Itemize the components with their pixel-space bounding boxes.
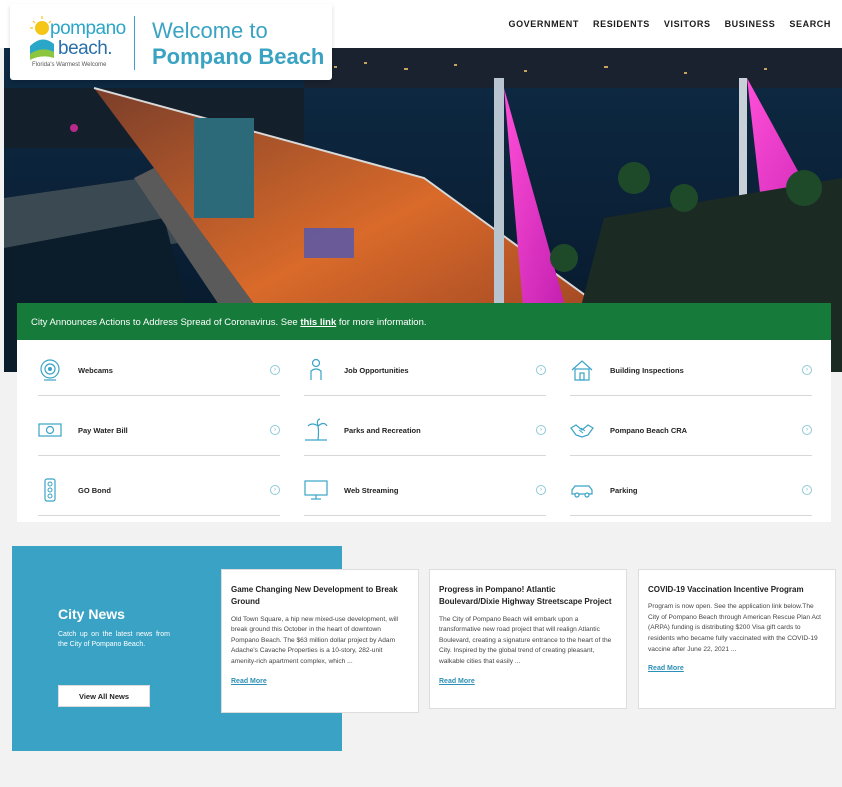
quick-link-label: GO Bond xyxy=(78,486,111,495)
logo-home-link[interactable]: pompano beach. Florida's Warmest Welcome… xyxy=(10,4,332,80)
chevron-right-icon: › xyxy=(536,485,546,495)
quick-link-go-bond[interactable]: GO Bond › xyxy=(38,460,280,516)
city-news-description: Catch up on the latest news from the Cit… xyxy=(58,631,170,649)
chevron-right-icon: › xyxy=(802,485,812,495)
logo-word-pompano: pompano xyxy=(50,18,126,39)
coronavirus-alert-banner: City Announces Actions to Address Spread… xyxy=(17,303,831,340)
quick-link-parks-and-recreation[interactable]: Parks and Recreation › xyxy=(304,400,546,456)
quick-link-pompano-beach-cra[interactable]: Pompano Beach CRA › xyxy=(570,400,812,456)
news-card-title[interactable]: COVID-19 Vaccination Incentive Program xyxy=(648,584,826,596)
news-card-body: Old Town Square, a hip new mixed-use dev… xyxy=(231,615,399,665)
read-more-link[interactable]: Read More xyxy=(439,678,617,685)
news-card-body: Program is now open. See the application… xyxy=(648,603,821,653)
chevron-right-icon: › xyxy=(536,425,546,435)
quick-link-pay-water-bill[interactable]: Pay Water Bill › xyxy=(38,400,280,456)
news-card-title[interactable]: Progress in Pompano! Atlantic Boulevard/… xyxy=(439,584,617,609)
logo-divider xyxy=(134,16,135,70)
nav-visitors[interactable]: VISITORS xyxy=(664,19,711,29)
city-news-title: City News xyxy=(58,606,125,622)
news-card: Game Changing New Development to Break G… xyxy=(221,569,419,713)
read-more-link[interactable]: Read More xyxy=(231,678,409,685)
money-icon xyxy=(38,423,62,437)
quick-link-label: Building Inspections xyxy=(610,366,684,375)
alert-text: City Announces Actions to Address Spread… xyxy=(31,317,298,328)
nav-residents[interactable]: RESIDENTS xyxy=(593,19,650,29)
quick-link-webcams[interactable]: Webcams › xyxy=(38,340,280,396)
news-card: Progress in Pompano! Atlantic Boulevard/… xyxy=(429,569,627,709)
nav-search[interactable]: SEARCH xyxy=(789,19,831,29)
chevron-right-icon: › xyxy=(270,365,280,375)
logo-tagline: Florida's Warmest Welcome xyxy=(32,62,107,68)
quick-link-label: Pay Water Bill xyxy=(78,426,128,435)
quick-link-label: Pompano Beach CRA xyxy=(610,426,688,435)
chevron-right-icon: › xyxy=(270,425,280,435)
chevron-right-icon: › xyxy=(802,425,812,435)
palm-tree-icon xyxy=(305,418,328,441)
quick-link-job-opportunities[interactable]: Job Opportunities › xyxy=(304,340,546,396)
welcome-title-line1: Welcome to xyxy=(152,18,268,43)
alert-suffix: for more information. xyxy=(338,317,427,328)
read-more-link[interactable]: Read More xyxy=(648,665,826,672)
chevron-right-icon: › xyxy=(270,485,280,495)
quick-link-label: Job Opportunities xyxy=(344,366,409,375)
nav-business[interactable]: BUSINESS xyxy=(725,19,776,29)
webcam-icon xyxy=(40,359,60,381)
quick-link-label: Parking xyxy=(610,486,638,495)
quick-link-web-streaming[interactable]: Web Streaming › xyxy=(304,460,546,516)
handshake-icon xyxy=(570,424,594,438)
house-icon xyxy=(571,360,593,381)
welcome-title-line2: Pompano Beach xyxy=(152,44,325,69)
person-icon xyxy=(310,358,322,380)
quick-links-panel: Webcams › Job Opportunities › Building I… xyxy=(17,340,831,522)
news-card: COVID-19 Vaccination Incentive Program P… xyxy=(638,569,836,709)
chevron-right-icon: › xyxy=(536,365,546,375)
nav-government[interactable]: GOVERNMENT xyxy=(508,19,579,29)
quick-link-label: Web Streaming xyxy=(344,486,399,495)
alert-link[interactable]: this link xyxy=(300,317,336,328)
quick-link-label: Webcams xyxy=(78,366,113,375)
news-card-body: The City of Pompano Beach will embark up… xyxy=(439,615,612,665)
view-all-news-button[interactable]: View All News xyxy=(58,685,150,707)
news-card-title[interactable]: Game Changing New Development to Break G… xyxy=(231,584,409,609)
chevron-right-icon: › xyxy=(802,365,812,375)
quick-link-label: Parks and Recreation xyxy=(344,426,421,435)
logo-word-beach: beach. xyxy=(58,38,113,59)
quick-link-parking[interactable]: Parking › xyxy=(570,460,812,516)
monitor-icon xyxy=(304,480,328,500)
quick-link-building-inspections[interactable]: Building Inspections › xyxy=(570,340,812,396)
main-nav: GOVERNMENT RESIDENTS VISITORS BUSINESS S… xyxy=(508,19,831,29)
traffic-light-icon xyxy=(44,478,56,502)
car-icon xyxy=(571,485,593,498)
